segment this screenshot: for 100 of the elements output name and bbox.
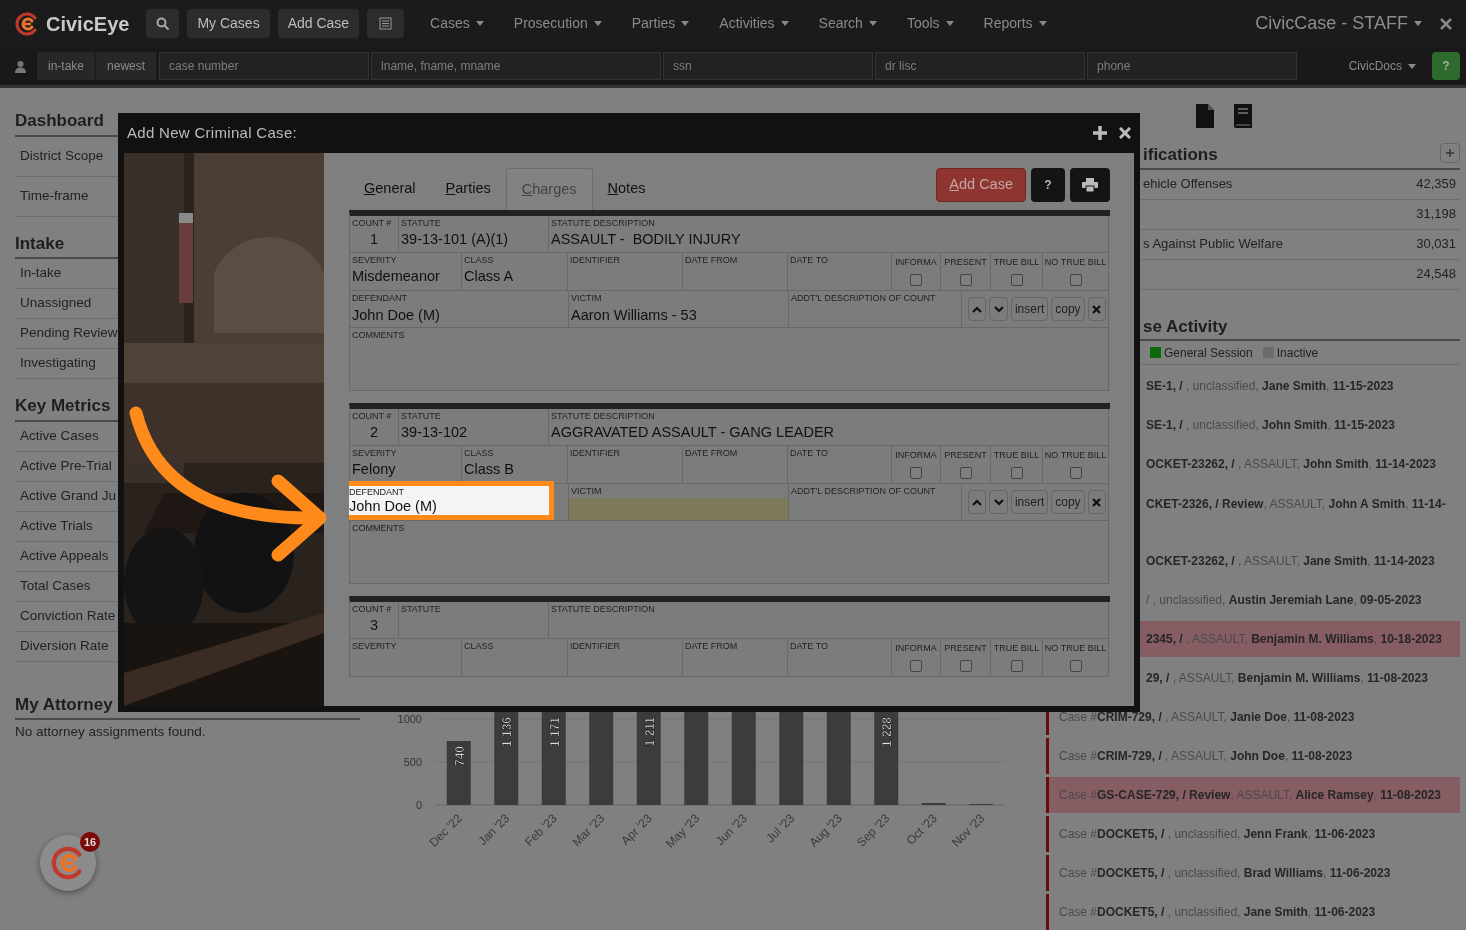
form-field[interactable]: VICTIM Aaron Williams - 53 bbox=[569, 291, 789, 328]
tab[interactable]: Notes bbox=[592, 168, 661, 210]
row-action-button[interactable]: copy bbox=[1051, 297, 1085, 321]
form-field[interactable]: DATE TO bbox=[788, 639, 892, 677]
checkbox[interactable] bbox=[910, 466, 922, 479]
help-button[interactable]: ? bbox=[1031, 168, 1065, 202]
bar-value-label: 740 bbox=[452, 746, 467, 767]
menu-item[interactable]: Reports bbox=[983, 13, 1047, 35]
checkbox[interactable] bbox=[959, 466, 972, 479]
close-icon[interactable] bbox=[1119, 127, 1131, 139]
caret-icon bbox=[780, 21, 789, 27]
form-field[interactable]: STATUTE 39-13-102 bbox=[399, 409, 549, 446]
file-icon[interactable] bbox=[1196, 104, 1214, 128]
row-action-button[interactable]: insert bbox=[1010, 297, 1049, 321]
form-field[interactable]: SEVERITY Misdemeanor bbox=[350, 253, 462, 291]
menu-item[interactable]: Search bbox=[818, 13, 877, 35]
checkbox[interactable] bbox=[1010, 659, 1023, 672]
menu-item[interactable]: Cases bbox=[430, 13, 484, 35]
form-field[interactable]: STATUTE DESCRIPTION ASSAULT - BODILY INJURY bbox=[549, 216, 1109, 253]
activity-row[interactable]: Case #GS-CASE-729, / Review, ASSAULT, Alice Ramsey, 11-08-2023 bbox=[1046, 777, 1460, 813]
close-icon[interactable] bbox=[1440, 17, 1452, 30]
print-button[interactable] bbox=[1070, 168, 1110, 202]
search-field[interactable]: phone bbox=[1087, 52, 1298, 81]
nav-button[interactable]: My Cases bbox=[187, 9, 270, 39]
form-field[interactable]: VICTIM bbox=[569, 484, 789, 521]
search-icon bbox=[155, 16, 170, 31]
form-field[interactable]: STATUTE 39-13-101 (A)(1) bbox=[399, 216, 549, 253]
x-tick-label: Feb '23 bbox=[521, 811, 560, 850]
search-field[interactable]: case number bbox=[159, 52, 370, 81]
search-field[interactable]: lname, fname, mname bbox=[371, 52, 662, 81]
book-icon[interactable] bbox=[1232, 104, 1252, 128]
search-button[interactable] bbox=[146, 9, 180, 39]
checkbox[interactable] bbox=[1010, 466, 1023, 479]
bar-value-label: 1 211 bbox=[642, 717, 657, 747]
app-title-menu[interactable]: CivicCase - STAFF bbox=[1255, 10, 1422, 38]
delete-button[interactable] bbox=[1087, 490, 1106, 514]
form-field[interactable]: COUNT # 1 bbox=[350, 216, 399, 253]
form-field[interactable]: CLASS bbox=[462, 639, 568, 677]
checkbox[interactable] bbox=[1069, 466, 1082, 479]
add-case-button[interactable]: Add Case bbox=[936, 168, 1026, 202]
field-label: SEVERITY bbox=[352, 641, 398, 651]
nav-button[interactable]: Add Case bbox=[277, 9, 360, 39]
plus-icon bbox=[1446, 149, 1454, 158]
form-field[interactable]: SEVERITY bbox=[350, 639, 462, 677]
checkbox[interactable] bbox=[959, 273, 972, 286]
search-field[interactable]: dr lisc bbox=[875, 52, 1086, 81]
form-field[interactable]: DATE FROM bbox=[683, 253, 788, 291]
list-button[interactable] bbox=[367, 9, 405, 39]
row-action-button[interactable]: copy bbox=[1051, 490, 1085, 514]
form-field[interactable]: COMMENTS bbox=[350, 521, 1109, 584]
form-field[interactable]: DATE FROM bbox=[683, 639, 788, 677]
form-field[interactable]: IDENTIFIER bbox=[568, 639, 683, 677]
form-field[interactable]: DATE TO bbox=[788, 446, 892, 484]
tab[interactable]: General bbox=[349, 168, 431, 210]
filter-button[interactable]: newest bbox=[96, 52, 158, 81]
move-up-button[interactable] bbox=[968, 490, 987, 514]
search-field[interactable]: ssn bbox=[663, 52, 874, 81]
row-action-button[interactable]: insert bbox=[1010, 490, 1049, 514]
form-field[interactable]: COUNT # 3 bbox=[350, 602, 399, 639]
form-field[interactable]: DATE TO bbox=[788, 253, 892, 291]
field-label: NO TRUE BILL bbox=[1044, 449, 1107, 462]
form-field[interactable]: DEFENDANT John Doe (M) bbox=[350, 291, 569, 328]
docs-menu[interactable]: CivicDocs bbox=[1348, 57, 1416, 76]
move-down-button[interactable] bbox=[989, 490, 1008, 514]
checkbox[interactable] bbox=[1010, 273, 1023, 286]
menu-item[interactable]: Activities bbox=[719, 13, 789, 35]
help-button[interactable]: ? bbox=[1432, 52, 1460, 81]
empty-input[interactable] bbox=[569, 498, 788, 520]
move-up-button[interactable] bbox=[968, 297, 987, 321]
form-field[interactable]: STATUTE bbox=[399, 602, 549, 639]
tab[interactable]: Parties bbox=[430, 168, 506, 210]
tab[interactable]: Charges bbox=[505, 168, 593, 210]
form-field[interactable]: ADDT'L DESCRIPTION OF COUNT bbox=[789, 291, 962, 328]
menu-item[interactable]: Parties bbox=[631, 13, 690, 35]
form-field[interactable]: DATE FROM bbox=[683, 446, 788, 484]
delete-button[interactable] bbox=[1087, 297, 1106, 321]
field-value: 39-13-101 (A)(1) bbox=[401, 231, 510, 248]
form-field[interactable]: CLASS Class A bbox=[462, 253, 568, 291]
checkbox[interactable] bbox=[910, 659, 922, 672]
classification-count: 31,198 bbox=[1416, 205, 1456, 224]
menu-item[interactable]: Prosecution bbox=[513, 13, 602, 35]
form-field[interactable]: IDENTIFIER bbox=[568, 446, 683, 484]
checkbox[interactable] bbox=[910, 273, 922, 286]
form-field[interactable]: STATUTE DESCRIPTION AGGRAVATED ASSAULT - GANG LEADER bbox=[549, 409, 1109, 446]
filter-button[interactable]: in-take bbox=[37, 52, 97, 81]
form-field[interactable]: COUNT # 2 bbox=[350, 409, 399, 446]
checkbox[interactable] bbox=[1069, 273, 1082, 286]
checkbox[interactable] bbox=[1069, 659, 1082, 672]
plus-icon[interactable] bbox=[1093, 126, 1107, 140]
move-down-button[interactable] bbox=[989, 297, 1008, 321]
form-field[interactable]: SEVERITY Felony bbox=[350, 446, 462, 484]
form-field[interactable]: COMMENTS bbox=[350, 328, 1109, 391]
form-field[interactable]: IDENTIFIER bbox=[568, 253, 683, 291]
checkbox[interactable] bbox=[959, 659, 972, 672]
menu-item[interactable]: Tools bbox=[906, 13, 954, 35]
add-button[interactable] bbox=[1440, 143, 1460, 164]
form-field[interactable]: ADDT'L DESCRIPTION OF COUNT bbox=[789, 484, 962, 521]
form-field[interactable]: STATUTE DESCRIPTION bbox=[549, 602, 1109, 639]
form-field[interactable]: CLASS Class B bbox=[462, 446, 568, 484]
field-value: Class A bbox=[464, 268, 515, 285]
